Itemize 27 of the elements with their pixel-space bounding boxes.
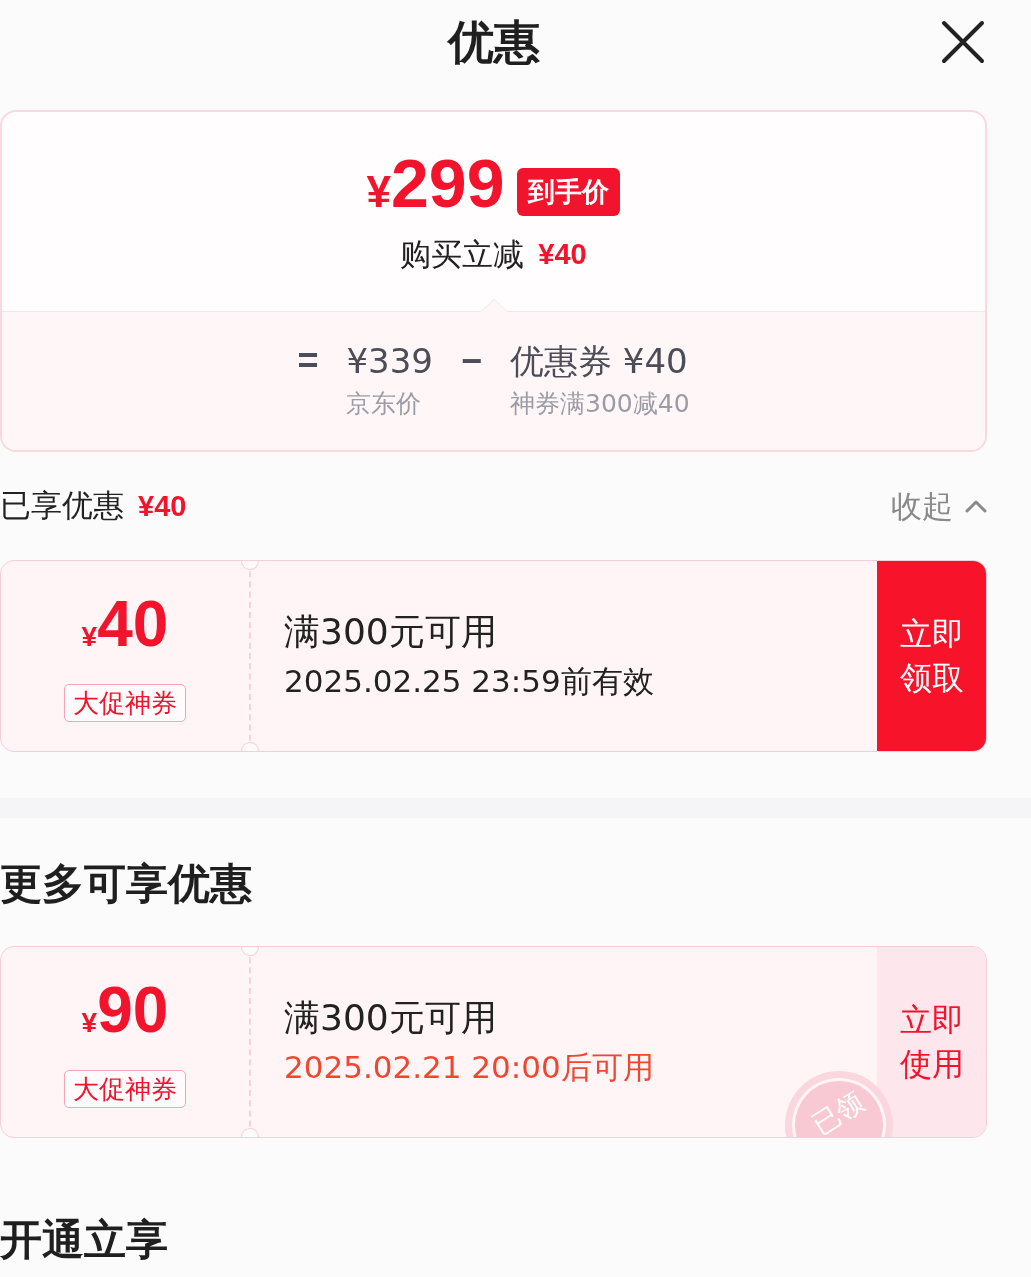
applied-discount-amount: ¥40 [138,489,187,523]
price-term-caption: 神券满300减40 [510,389,690,419]
coupon-validity: 2025.02.21 20:00后可用 [284,1048,654,1087]
price-term-caption: 京东价 [346,389,422,419]
section-title: 更多可享优惠 [0,858,252,910]
coupon-amount: ¥90 [81,976,169,1048]
discount-label: 购买立减 [400,235,525,274]
coupon-validity: 2025.02.25 23:59前有效 [284,662,654,701]
coupon-condition: 满300元可用 [284,996,497,1040]
page-title: 优惠 [447,14,540,70]
final-price-badge: 到手价 [517,168,621,216]
discount-amount: ¥40 [538,237,587,272]
coupon-amount: ¥40 [81,590,169,662]
final-price: ¥299 [366,147,505,223]
coupon-tag: 大促神券 [64,1069,186,1108]
coupon-action-button[interactable]: 立即使用 [877,947,986,1137]
coupon-action-button[interactable]: 立即领取 [877,561,986,751]
close-icon[interactable] [941,20,985,64]
coupon-condition: 满300元可用 [284,610,497,654]
section-title: 开通立享 [0,1214,168,1266]
operator-sign: = [297,339,319,383]
operator-sign: − [461,339,483,383]
price-term: 优惠券 ¥40 [510,340,688,383]
coupon-tag: 大促神券 [64,683,186,722]
price-term: ¥339 [346,340,433,383]
applied-discount-label: 已享优惠 [0,486,124,525]
collapse-button[interactable]: 收起 [891,486,987,526]
